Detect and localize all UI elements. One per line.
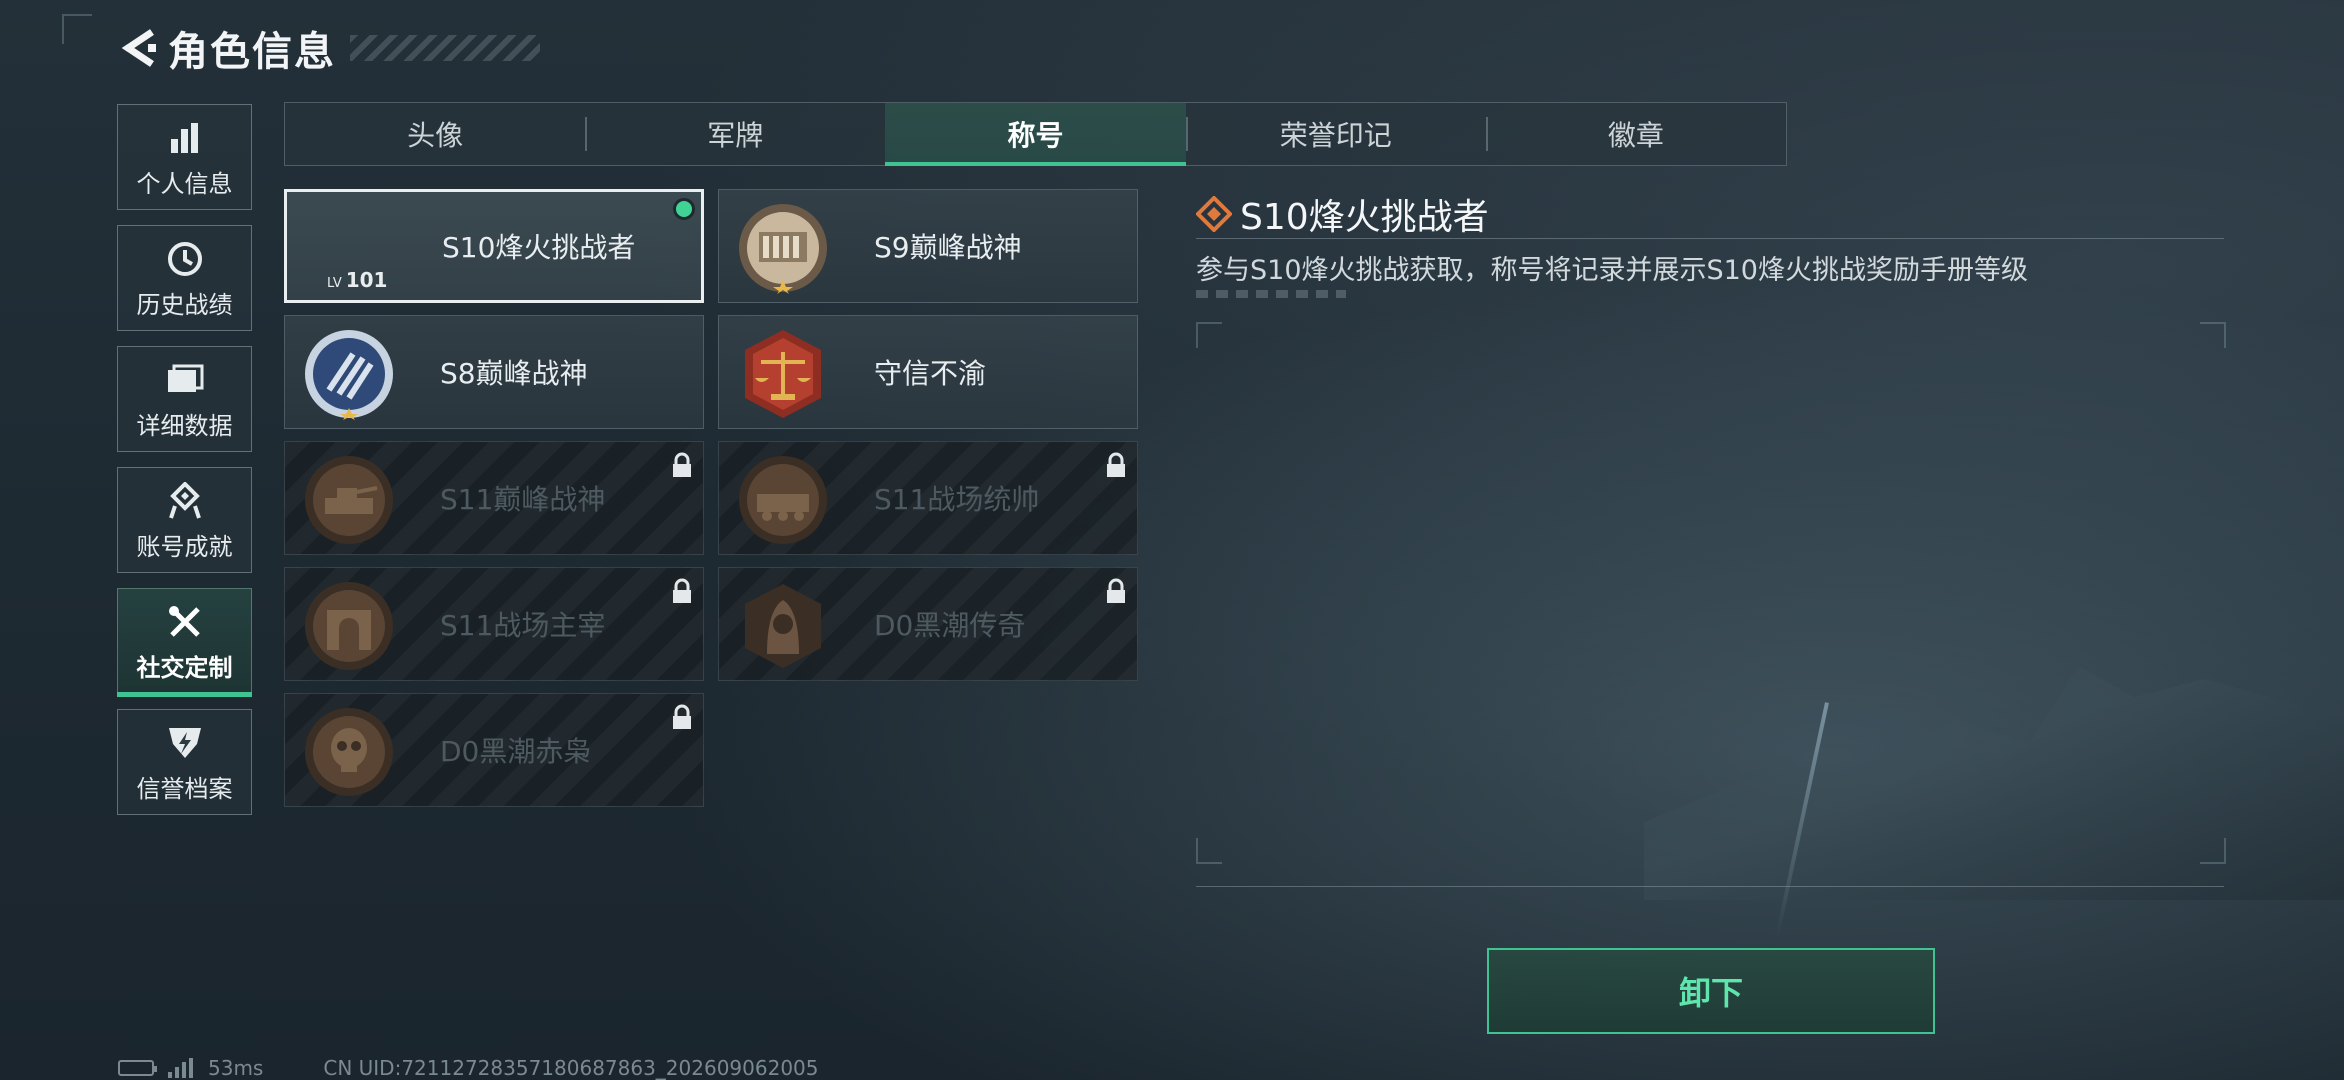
detail-description: 参与S10烽火挑战获取，称号将记录并展示S10烽火挑战奖励手册等级: [1196, 255, 2028, 286]
lock-icon: [1105, 578, 1127, 604]
title-name: S8巅峰战神: [440, 357, 588, 390]
background-mountain: [1644, 666, 2344, 900]
sidebar-item-label: 个人信息: [136, 169, 233, 198]
sidebar-item-label: 账号成就: [136, 532, 233, 561]
sidebar-item-social-customization[interactable]: 社交定制: [117, 588, 252, 697]
level-label: LV 101: [327, 268, 388, 292]
title-card-d0-black-tide-legend[interactable]: D0黑潮传奇: [718, 567, 1138, 681]
skull-emblem-icon: [303, 706, 395, 798]
detail-decoration: [1196, 290, 1346, 298]
history-clock-icon: [163, 237, 207, 281]
corner-mark-top-left: [1196, 322, 1222, 348]
title-name: S11战场主宰: [440, 609, 606, 642]
page-title: 角色信息: [168, 29, 336, 75]
lock-icon: [1105, 452, 1127, 478]
status-bar: 53ms CN UID:72112728357180687863_2026090…: [118, 1056, 819, 1080]
tab-badge[interactable]: 徽章: [1485, 103, 1786, 165]
achievement-icon: [163, 479, 207, 523]
scales-emblem-icon: [737, 328, 829, 420]
title-card-s11-war-god[interactable]: S11巅峰战神: [284, 441, 704, 555]
lock-icon: [671, 452, 693, 478]
title-card-d0-black-tide-owl[interactable]: D0黑潮赤枭: [284, 693, 704, 807]
corner-mark-bottom-left: [1196, 838, 1222, 864]
title-card-s9-war-god[interactable]: S9巅峰战神: [718, 189, 1138, 303]
detail-title: S10烽火挑战者: [1240, 197, 1489, 238]
divider: [1196, 238, 2224, 239]
title-name: D0黑潮传奇: [874, 609, 1026, 642]
header: 角色信息: [118, 22, 540, 75]
back-arrow-icon[interactable]: [118, 26, 158, 70]
title-card-trustworthy[interactable]: 守信不渝: [718, 315, 1138, 429]
title-name: S11巅峰战神: [440, 483, 606, 516]
striped-medal-icon: [303, 328, 395, 420]
uid-label: CN UID:72112728357180687863_202609062005: [323, 1056, 819, 1080]
sidebar-item-achievements[interactable]: 账号成就: [117, 467, 252, 573]
corner-mark-bottom-right: [2200, 838, 2226, 864]
title-card-s10-challenger[interactable]: S10烽火挑战者 LV 101: [284, 189, 704, 303]
tab-title[interactable]: 称号: [885, 103, 1186, 166]
tab-honor-mark[interactable]: 荣誉印记: [1185, 103, 1486, 165]
battery-icon: [118, 1060, 157, 1076]
sidebar-item-label: 历史战绩: [136, 290, 233, 319]
sidebar-item-personal-info[interactable]: 个人信息: [117, 104, 252, 210]
title-card-s11-commander[interactable]: S11战场统帅: [718, 441, 1138, 555]
corner-mark-top-left: [62, 14, 92, 44]
fortress-emblem-icon: [737, 202, 829, 294]
title-decoration: [350, 35, 540, 61]
sidebar-item-reputation[interactable]: 信誉档案: [117, 709, 252, 815]
title-name: S10烽火挑战者: [442, 231, 636, 264]
lock-icon: [671, 704, 693, 730]
signal-icon: [168, 1058, 196, 1078]
sidebar-item-detailed-data[interactable]: 详细数据: [117, 346, 252, 452]
arch-emblem-icon: [303, 580, 395, 672]
title-card-s11-dominator[interactable]: S11战场主宰: [284, 567, 704, 681]
apc-emblem-icon: [737, 454, 829, 546]
corner-mark-top-right: [2200, 322, 2226, 348]
title-name: 守信不渝: [874, 357, 987, 390]
sidebar-item-label: 社交定制: [136, 653, 233, 682]
sidebar-item-history[interactable]: 历史战绩: [117, 225, 252, 331]
tab-bar: 头像 军牌 称号 荣誉印记 徽章: [284, 102, 1787, 166]
divider: [1196, 886, 2224, 887]
detail-header: S10烽火挑战者: [1195, 188, 1489, 240]
title-name: D0黑潮赤枭: [440, 735, 592, 768]
lock-icon: [671, 578, 693, 604]
title-card-s8-war-god[interactable]: S8巅峰战神: [284, 315, 704, 429]
tank-emblem-icon: [303, 454, 395, 546]
sidebar-item-label: 详细数据: [136, 411, 233, 440]
title-name: S9巅峰战神: [874, 231, 1022, 264]
folder-icon: [163, 358, 207, 402]
hooded-figure-emblem-icon: [737, 580, 829, 672]
sidebar-item-label: 信誉档案: [136, 774, 233, 803]
tools-icon: [163, 600, 207, 644]
title-name: S11战场统帅: [874, 483, 1040, 516]
reputation-icon: [163, 721, 207, 765]
bar-chart-icon: [163, 116, 207, 160]
diamond-title-icon: [1195, 195, 1233, 233]
tab-dog-tag[interactable]: 军牌: [585, 103, 885, 165]
tab-avatar[interactable]: 头像: [285, 103, 585, 165]
unequip-button[interactable]: 卸下: [1487, 948, 1935, 1034]
equipped-indicator-icon: [673, 198, 695, 220]
ping-label: 53ms: [208, 1056, 264, 1080]
sidebar: 个人信息 历史战绩 详细数据 账号成就 社交定制 信誉档案: [117, 104, 254, 830]
